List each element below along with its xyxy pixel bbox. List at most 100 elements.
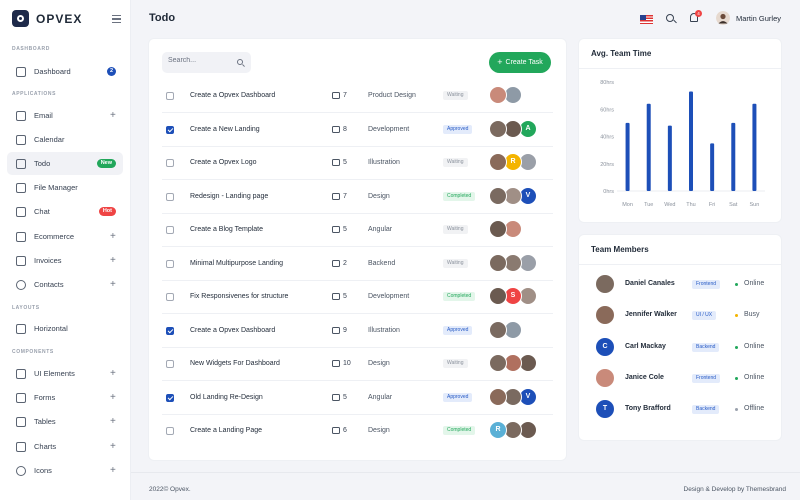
search-icon[interactable]	[666, 14, 674, 22]
sidebar-badge: 2	[107, 67, 116, 76]
avatar[interactable]	[489, 320, 507, 339]
sidebar-item-forms[interactable]: Forms +	[7, 386, 123, 409]
avatar[interactable]	[489, 354, 507, 372]
sidebar-item-dashboard[interactable]: Dashboard 2	[7, 60, 123, 83]
expand-plus-icon[interactable]: +	[110, 465, 116, 476]
sidebar-item-charts[interactable]: Charts +	[7, 435, 123, 458]
sidebar-item-todo[interactable]: Todo New	[7, 152, 123, 175]
task-checkbox[interactable]	[166, 259, 174, 268]
avatar[interactable]	[596, 275, 614, 293]
create-task-button[interactable]: + Create Task	[489, 52, 551, 73]
sidebar-item-label: Forms	[34, 393, 56, 402]
task-name[interactable]: Create a Blog Template	[190, 226, 263, 233]
avg-team-time-card: Avg. Team Time 0hrs 20hrs 40hrs 60hrs 80hrs M…	[579, 39, 781, 222]
bar-thu[interactable]	[689, 91, 693, 191]
expand-plus-icon[interactable]: +	[110, 231, 116, 242]
task-checkbox[interactable]	[166, 326, 174, 335]
sidebar-item-invoices[interactable]: Invoices +	[7, 249, 123, 272]
task-name[interactable]: Create a Opvex Dashboard	[190, 92, 275, 99]
task-name[interactable]: Create a Landing Page	[190, 427, 262, 434]
section-label-dashboard: DASHBOARD	[12, 46, 50, 52]
comment-icon	[332, 92, 340, 99]
comment-icon	[332, 293, 340, 300]
notification-badge: 4	[695, 10, 702, 17]
task-checkbox[interactable]	[166, 393, 174, 402]
avatar[interactable]	[596, 368, 614, 387]
bar-wed[interactable]	[667, 125, 672, 191]
section-label-components: COMPONENTS	[12, 349, 54, 355]
status-badge: Waiting	[443, 158, 468, 167]
x-tick-label: Sun	[750, 202, 760, 208]
sidebar-item-contacts[interactable]: Contacts +	[7, 273, 123, 296]
sidebar-item-email[interactable]: Email +	[7, 104, 123, 127]
avatar[interactable]	[596, 306, 614, 325]
sidebar-item-ui-elements[interactable]: UI Elements +	[7, 362, 123, 385]
task-name[interactable]: Old Landing Re-Design	[190, 394, 263, 401]
avatar[interactable]: T	[596, 400, 614, 419]
task-name[interactable]: Fix Responsivenes for structure	[190, 293, 288, 300]
expand-plus-icon[interactable]: +	[110, 416, 116, 427]
sidebar-item-ecommerce[interactable]: Ecommerce +	[7, 225, 123, 248]
sidebar-item-calendar[interactable]: Calendar	[7, 128, 123, 151]
avatar[interactable]	[489, 387, 507, 406]
expand-plus-icon[interactable]: +	[110, 279, 116, 290]
task-checkbox[interactable]	[166, 125, 174, 134]
topbar: Todo 4 Martin Gurley	[131, 0, 800, 38]
task-checkbox[interactable]	[166, 226, 174, 234]
task-checkbox[interactable]	[166, 192, 174, 201]
search-icon[interactable]	[237, 59, 243, 65]
bar-mon[interactable]	[625, 122, 630, 191]
task-category: Development	[368, 125, 410, 133]
member-status: Online	[744, 342, 765, 350]
task-name[interactable]: Redesign - Landing page	[190, 193, 268, 200]
task-name[interactable]: New Widgets For Dashboard	[190, 360, 280, 367]
user-name[interactable]: Martin Gurley	[736, 14, 781, 23]
expand-plus-icon[interactable]: +	[110, 368, 116, 379]
task-name[interactable]: Create a Opvex Logo	[190, 159, 257, 166]
task-name[interactable]: Minimal Multipurpose Landing	[190, 260, 283, 267]
task-checkbox[interactable]	[166, 427, 174, 435]
task-checkbox[interactable]	[166, 92, 174, 100]
section-label-layouts: LAYOUTS	[12, 305, 40, 311]
task-row: New Widgets For Dashboard 10 Design Waiting	[162, 348, 553, 381]
avatar[interactable]	[489, 119, 507, 138]
expand-plus-icon[interactable]: +	[110, 255, 116, 266]
brand[interactable]: OPVEX	[12, 10, 82, 27]
bar-tue[interactable]	[646, 103, 651, 191]
user-avatar[interactable]	[716, 11, 730, 25]
menu-toggle-icon[interactable]	[112, 15, 121, 25]
sidebar-item-tables[interactable]: Tables +	[7, 410, 123, 433]
bar-fri[interactable]	[710, 143, 715, 191]
avatar[interactable]	[489, 186, 507, 205]
bar-sat[interactable]	[731, 122, 736, 191]
task-checkbox[interactable]	[166, 293, 174, 301]
avatar[interactable]: C	[596, 337, 614, 356]
task-checkbox[interactable]	[166, 159, 174, 167]
expand-plus-icon[interactable]: +	[110, 441, 116, 452]
bar-sun[interactable]	[752, 103, 757, 191]
task-category: Design	[368, 360, 390, 367]
avatar[interactable]: R	[489, 421, 507, 439]
sidebar-item-file-manager[interactable]: File Manager	[7, 176, 123, 199]
avatar[interactable]	[489, 287, 507, 305]
task-row: Create a New Landing 8 Development Approved…	[162, 114, 553, 147]
search-input[interactable]	[168, 57, 232, 64]
task-checkbox[interactable]	[166, 360, 174, 368]
task-name[interactable]: Create a New Landing	[190, 126, 260, 133]
file-icon	[16, 182, 26, 193]
task-name[interactable]: Create a Opvex Dashboard	[190, 327, 275, 334]
us-flag-icon[interactable]	[640, 15, 653, 24]
expand-plus-icon[interactable]: +	[110, 392, 116, 403]
sidebar-item-horizontal[interactable]: Horizontal	[7, 317, 123, 340]
comment-count: 9	[343, 326, 347, 334]
avatar[interactable]	[489, 253, 507, 272]
create-task-label: Create Task	[505, 59, 543, 66]
leaf-icon	[16, 465, 26, 476]
sidebar-item-icons[interactable]: Icons +	[7, 459, 123, 482]
task-category: Illustration	[368, 159, 400, 166]
avatar[interactable]	[489, 86, 507, 104]
expand-plus-icon[interactable]: +	[110, 110, 116, 121]
avatar[interactable]	[489, 220, 507, 238]
sidebar-item-chat[interactable]: Chat Hot	[7, 200, 123, 223]
avatar[interactable]	[489, 153, 507, 171]
